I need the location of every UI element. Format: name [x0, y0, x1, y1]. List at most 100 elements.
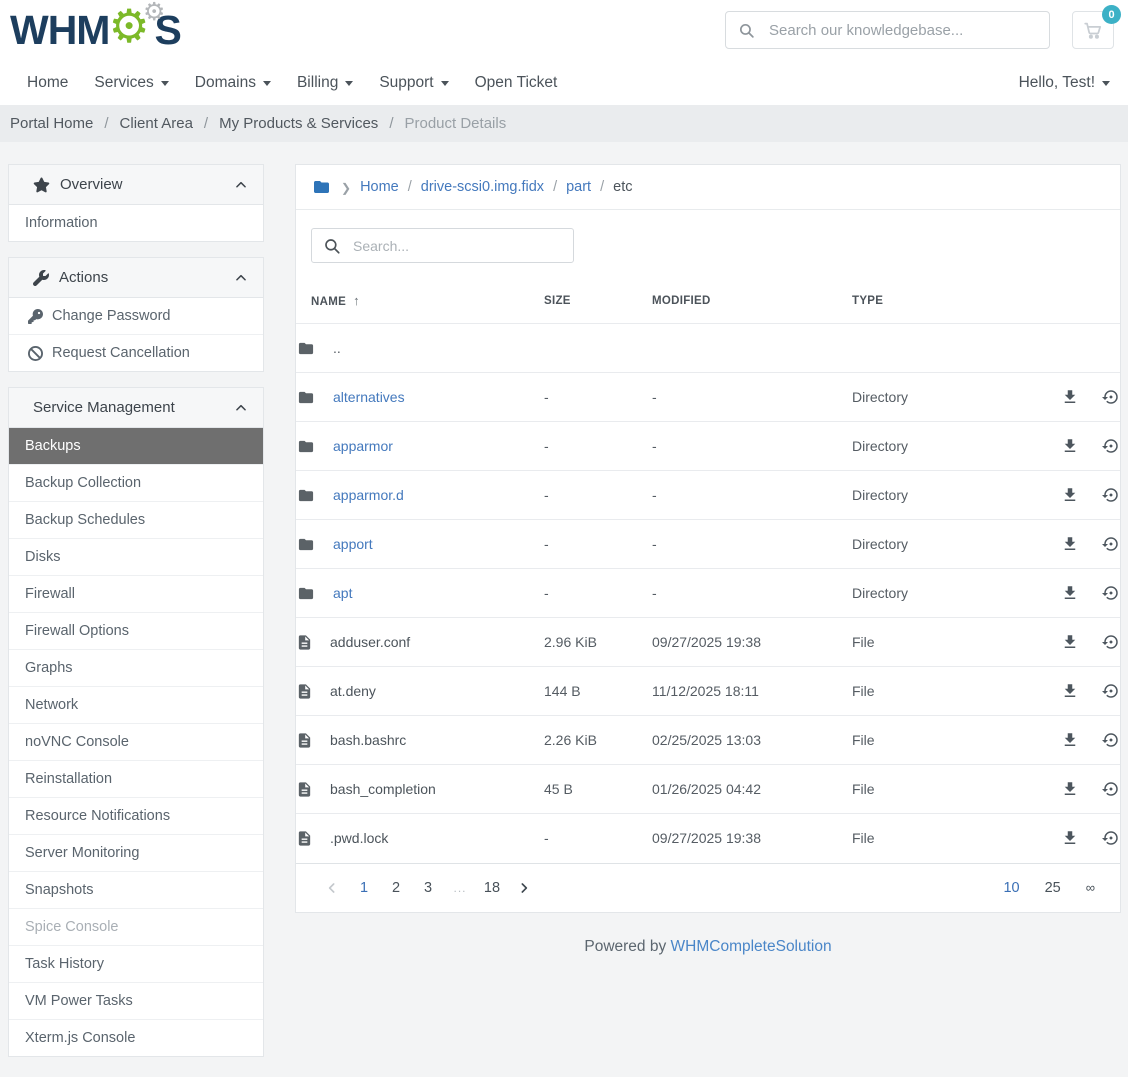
- directory-link[interactable]: apparmor: [333, 438, 393, 454]
- sidebar-item-task-history[interactable]: Task History: [9, 946, 263, 983]
- path-link-drive[interactable]: drive-scsi0.img.fidx: [421, 179, 544, 195]
- restore-button[interactable]: [1102, 829, 1120, 847]
- parent-dir-link[interactable]: ..: [333, 340, 341, 356]
- sidebar-item-backup-collection[interactable]: Backup Collection: [9, 465, 263, 502]
- cell-modified: 09/27/2025 19:38: [652, 814, 852, 863]
- sidebar-item-request-cancellation[interactable]: Request Cancellation: [9, 335, 263, 371]
- footer: Powered by WHMCompleteSolution: [295, 913, 1121, 986]
- sidebar-item-label: Backup Schedules: [25, 512, 145, 528]
- sidebar-item-label: Graphs: [25, 660, 73, 676]
- sidebar-item-network[interactable]: Network: [9, 687, 263, 724]
- directory-link[interactable]: apt: [333, 585, 352, 601]
- download-button[interactable]: [1061, 829, 1079, 847]
- cell-modified: -: [652, 520, 852, 569]
- nav-item-services[interactable]: Services: [94, 74, 168, 92]
- star-icon: [33, 177, 50, 193]
- sidebar-item-firewall[interactable]: Firewall: [9, 576, 263, 613]
- download-button[interactable]: [1061, 633, 1079, 651]
- column-header-actions: [995, 281, 1120, 324]
- sidebar-item-server-monitoring[interactable]: Server Monitoring: [9, 835, 263, 872]
- page-size-all[interactable]: ∞: [1086, 880, 1095, 895]
- path-link-home[interactable]: Home: [360, 179, 399, 195]
- page-number-1[interactable]: 1: [348, 880, 380, 896]
- sidebar-item-change-password[interactable]: Change Password: [9, 298, 263, 335]
- sidebar-item-xtermjs-console[interactable]: Xterm.js Console: [9, 1020, 263, 1056]
- directory-link[interactable]: alternatives: [333, 389, 405, 405]
- sidebar-item-disks[interactable]: Disks: [9, 539, 263, 576]
- column-header-type[interactable]: TYPE: [852, 281, 995, 324]
- column-header-name[interactable]: NAME↑: [296, 281, 544, 324]
- download-button[interactable]: [1061, 535, 1079, 553]
- path-current-dir: etc: [613, 179, 632, 195]
- folder-icon: [311, 178, 332, 196]
- download-button[interactable]: [1061, 584, 1079, 602]
- restore-icon: [1102, 780, 1120, 798]
- directory-link[interactable]: apport: [333, 536, 373, 552]
- sidebar-item-label: Spice Console: [25, 919, 119, 935]
- sidebar-item-label: Information: [25, 215, 98, 231]
- page-number-18[interactable]: 18: [476, 880, 508, 896]
- nav-item-support[interactable]: Support: [379, 74, 448, 92]
- restore-button[interactable]: [1102, 388, 1120, 406]
- table-row: bash_completion 45 B 01/26/2025 04:42 Fi…: [296, 765, 1120, 814]
- restore-button[interactable]: [1102, 486, 1120, 504]
- restore-button[interactable]: [1102, 682, 1120, 700]
- sidebar-item-spice-console[interactable]: Spice Console: [9, 909, 263, 946]
- breadcrumb-client-area[interactable]: Client Area: [120, 115, 193, 132]
- sidebar-item-backup-schedules[interactable]: Backup Schedules: [9, 502, 263, 539]
- table-row: apparmor - - Directory: [296, 422, 1120, 471]
- directory-link[interactable]: apparmor.d: [333, 487, 404, 503]
- restore-button[interactable]: [1102, 535, 1120, 553]
- sidebar-item-graphs[interactable]: Graphs: [9, 650, 263, 687]
- actions-panel-header[interactable]: Actions: [9, 258, 263, 298]
- restore-button[interactable]: [1102, 584, 1120, 602]
- breadcrumb-my-products[interactable]: My Products & Services: [219, 115, 378, 132]
- download-button[interactable]: [1061, 388, 1079, 406]
- restore-icon: [1102, 829, 1120, 847]
- breadcrumb-portal-home[interactable]: Portal Home: [10, 115, 93, 132]
- download-button[interactable]: [1061, 780, 1079, 798]
- nav-item-domains[interactable]: Domains: [195, 74, 271, 92]
- page-number-2[interactable]: 2: [380, 880, 412, 896]
- download-button[interactable]: [1061, 437, 1079, 455]
- sidebar-item-firewall-options[interactable]: Firewall Options: [9, 613, 263, 650]
- whmcs-logo[interactable]: WHM ⚙ ⚙ S: [10, 7, 181, 53]
- sidebar-item-snapshots[interactable]: Snapshots: [9, 872, 263, 909]
- sidebar-item-reinstallation[interactable]: Reinstallation: [9, 761, 263, 798]
- sidebar-item-vm-power-tasks[interactable]: VM Power Tasks: [9, 983, 263, 1020]
- file-browser-panel: ❯ Home / drive-scsi0.img.fidx / part / e…: [295, 164, 1121, 913]
- download-button[interactable]: [1061, 731, 1079, 749]
- file-name: adduser.conf: [330, 634, 410, 650]
- sidebar-item-resource-notifications[interactable]: Resource Notifications: [9, 798, 263, 835]
- prev-page-button[interactable]: [316, 880, 348, 896]
- download-icon: [1061, 535, 1079, 553]
- path-link-part[interactable]: part: [566, 179, 591, 195]
- sort-asc-icon: ↑: [353, 293, 360, 308]
- restore-button[interactable]: [1102, 780, 1120, 798]
- file-name: at.deny: [330, 683, 376, 699]
- column-header-size[interactable]: SIZE: [544, 281, 652, 324]
- next-page-button[interactable]: [508, 880, 540, 896]
- sidebar-item-information[interactable]: Information: [9, 205, 263, 241]
- page-number-3[interactable]: 3: [412, 880, 444, 896]
- nav-item-billing[interactable]: Billing: [297, 74, 353, 92]
- restore-button[interactable]: [1102, 731, 1120, 749]
- sidebar-item-backups[interactable]: Backups: [9, 428, 263, 465]
- page-size-25[interactable]: 25: [1045, 880, 1061, 896]
- download-button[interactable]: [1061, 682, 1079, 700]
- nav-item-open-ticket[interactable]: Open Ticket: [475, 74, 558, 92]
- nav-item-home[interactable]: Home: [27, 74, 68, 92]
- sidebar-item-novnc-console[interactable]: noVNC Console: [9, 724, 263, 761]
- knowledgebase-search-input[interactable]: [767, 21, 1037, 40]
- restore-button[interactable]: [1102, 633, 1120, 651]
- account-menu[interactable]: Hello, Test!: [1019, 74, 1110, 92]
- cart-button[interactable]: 0: [1072, 11, 1114, 49]
- footer-link-whmcompletesolution[interactable]: WHMCompleteSolution: [671, 938, 832, 955]
- service-management-panel-header[interactable]: Service Management: [9, 388, 263, 428]
- page-size-10[interactable]: 10: [1003, 880, 1019, 896]
- file-search-input[interactable]: [351, 237, 562, 255]
- restore-button[interactable]: [1102, 437, 1120, 455]
- download-button[interactable]: [1061, 486, 1079, 504]
- column-header-modified[interactable]: MODIFIED: [652, 281, 852, 324]
- overview-panel-header[interactable]: Overview: [9, 165, 263, 205]
